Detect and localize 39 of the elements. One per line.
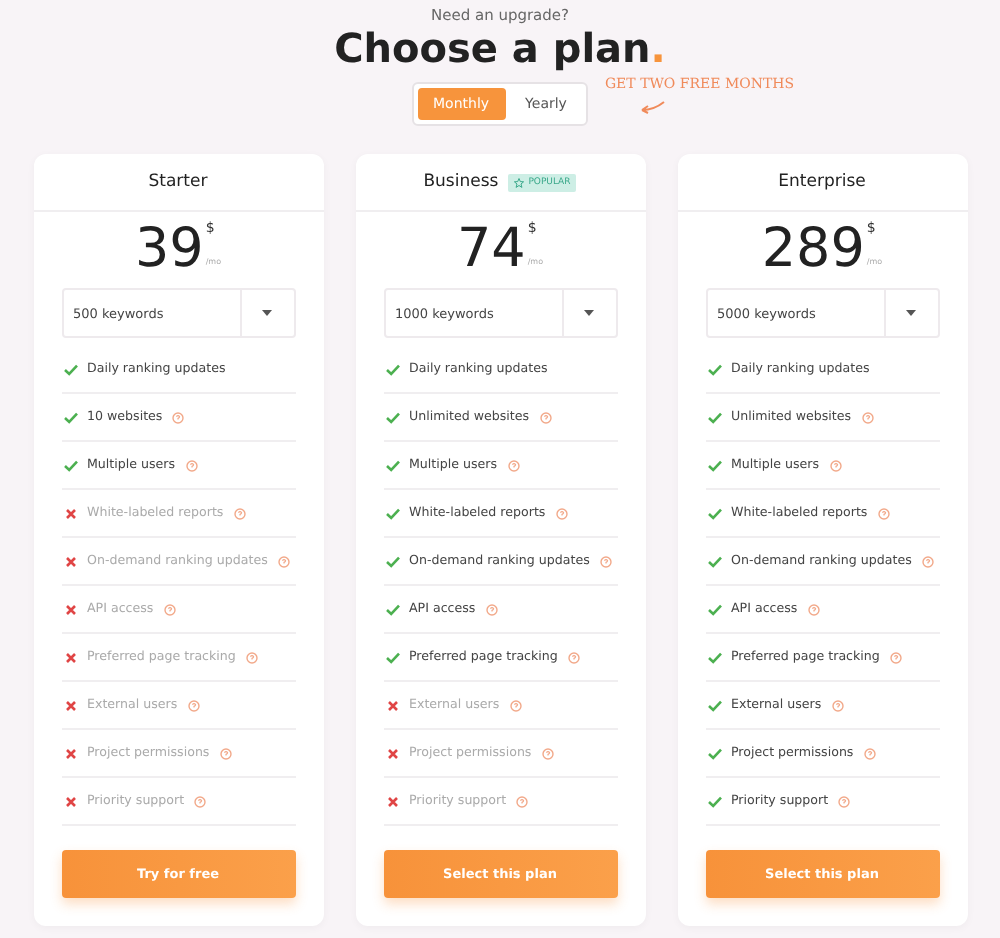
caret-icon <box>262 310 272 316</box>
plan-name: Starter <box>148 172 208 192</box>
plan-name: Business <box>423 172 499 192</box>
caret-icon <box>584 310 594 316</box>
plan-name: Enterprise <box>778 172 866 192</box>
help-icon[interactable] <box>245 651 258 663</box>
help-icon[interactable] <box>219 747 232 759</box>
arrow-icon <box>638 100 667 114</box>
help-icon[interactable] <box>555 507 568 519</box>
page-title: Choose a plan. <box>334 24 666 72</box>
help-icon[interactable] <box>185 459 198 471</box>
help-icon[interactable] <box>509 699 522 711</box>
price: 39 <box>134 220 204 280</box>
star-icon <box>514 177 525 187</box>
help-icon[interactable] <box>507 459 520 471</box>
help-icon[interactable] <box>877 507 890 519</box>
help-icon[interactable] <box>861 411 873 423</box>
price: 289 <box>761 220 865 280</box>
help-icon[interactable] <box>541 747 554 759</box>
help-icon[interactable] <box>863 747 876 759</box>
help-icon[interactable] <box>807 603 820 615</box>
help-icon[interactable] <box>233 507 246 519</box>
help-icon[interactable] <box>172 411 185 423</box>
help-icon[interactable] <box>838 795 851 807</box>
help-icon[interactable] <box>194 795 207 807</box>
caret-icon <box>906 310 916 316</box>
price: 74 <box>456 220 526 280</box>
help-icon[interactable] <box>516 795 529 807</box>
help-icon[interactable] <box>277 555 290 567</box>
help-icon[interactable] <box>539 411 551 423</box>
help-icon[interactable] <box>187 699 200 711</box>
help-icon[interactable] <box>599 555 612 567</box>
help-icon[interactable] <box>567 651 580 663</box>
help-icon[interactable] <box>831 699 844 711</box>
help-icon[interactable] <box>485 603 498 615</box>
help-icon[interactable] <box>921 555 934 567</box>
help-icon[interactable] <box>163 603 176 615</box>
help-icon[interactable] <box>829 459 842 471</box>
help-icon[interactable] <box>889 651 902 663</box>
